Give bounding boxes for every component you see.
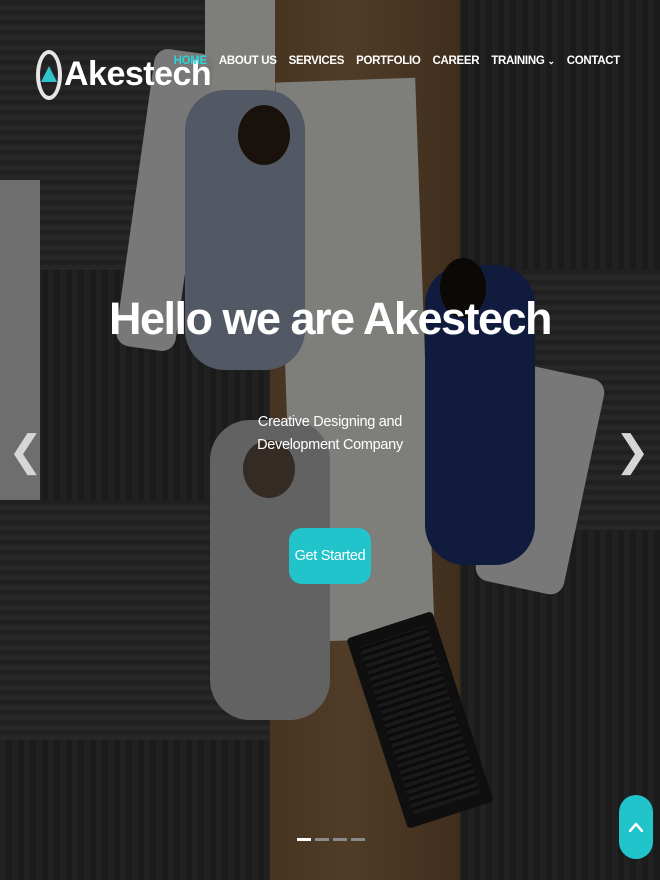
hero-subtitle: Creative Designing and Development Compa…: [257, 414, 403, 453]
nav-item-services[interactable]: SERVICES: [289, 55, 345, 67]
slider-dots: [297, 838, 365, 841]
nav-item-career[interactable]: CAREER: [433, 55, 480, 67]
scroll-to-top-button[interactable]: [619, 795, 653, 859]
nav-item-contact[interactable]: CONTACT: [567, 55, 621, 67]
nav-item-about-us[interactable]: ABOUT US: [219, 55, 277, 67]
slider-dot[interactable]: [333, 838, 347, 841]
chevron-down-icon: ⌄: [547, 56, 555, 66]
nav-item-portfolio[interactable]: PORTFOLIO: [356, 55, 421, 67]
chevron-left-icon[interactable]: ❮: [8, 430, 43, 472]
akestech-logo-icon: [36, 42, 62, 106]
chevron-up-icon: [629, 822, 643, 832]
nav-item-home[interactable]: HOME: [174, 55, 208, 67]
nav-item-training[interactable]: TRAINING ⌄: [491, 55, 555, 67]
main-nav: HOME ABOUT US SERVICES PORTFOLIO CAREER …: [174, 55, 621, 67]
hero-title: Hello we are Akestech: [108, 293, 553, 344]
chevron-right-icon[interactable]: ❯: [615, 430, 650, 472]
get-started-button[interactable]: Get Started: [289, 528, 371, 584]
nav-item-training-label: TRAINING: [491, 55, 545, 67]
site-logo[interactable]: Akestech: [36, 42, 212, 106]
slider-dot[interactable]: [315, 838, 329, 841]
slider-dot[interactable]: [351, 838, 365, 841]
slider-dot[interactable]: [297, 838, 311, 841]
